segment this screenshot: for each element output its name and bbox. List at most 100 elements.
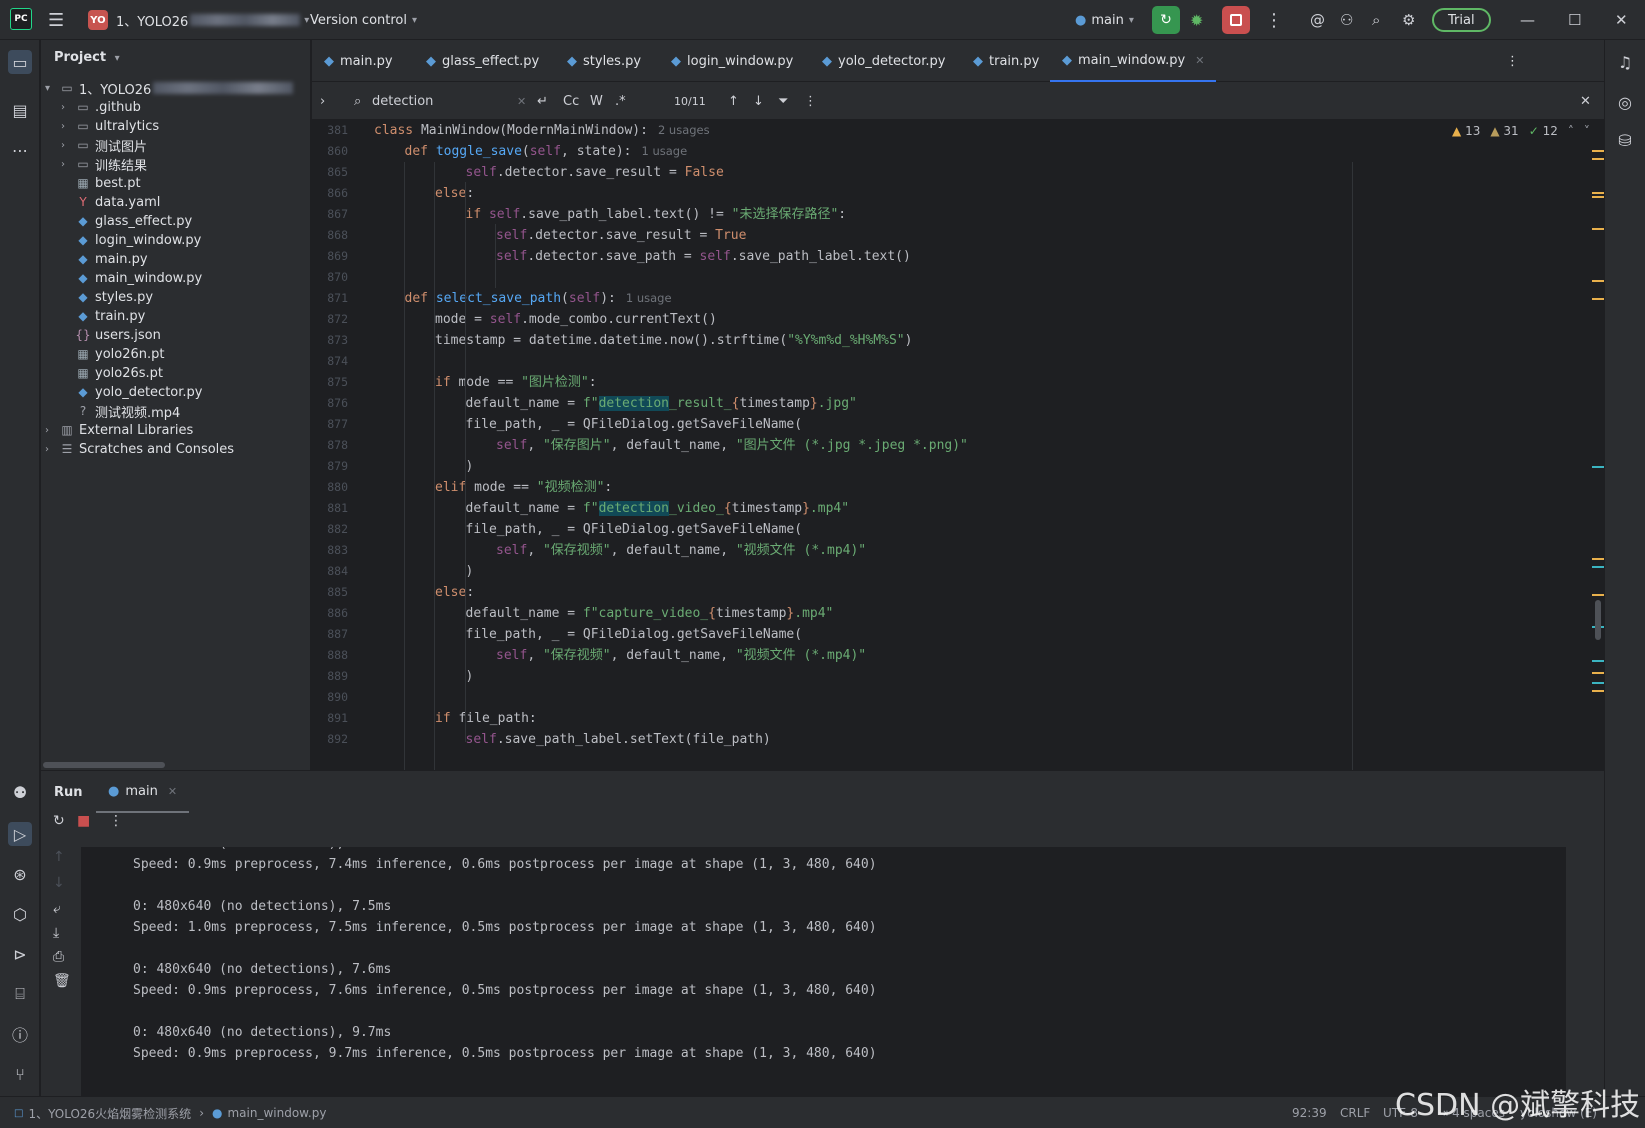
trash-icon[interactable]: 🗑 xyxy=(53,973,71,989)
tree-root[interactable]: ▾ ▭ 1、YOLO26 xyxy=(45,78,294,98)
caret-position[interactable]: 92:39 xyxy=(1292,1097,1327,1128)
git-icon[interactable]: ⑂ xyxy=(8,1062,32,1086)
code-line[interactable]: if self.save_path_label.text() != "未选择保存… xyxy=(466,204,847,225)
project-switcher[interactable]: 1、YOLO26 ▾ xyxy=(116,0,309,40)
database-icon[interactable]: ⛁ xyxy=(1613,128,1637,152)
trial-button[interactable]: Trial xyxy=(1432,8,1491,32)
tab-styles-py[interactable]: ◆ styles.py xyxy=(555,40,653,82)
more-icon[interactable]: ⋮ xyxy=(109,813,123,829)
scroll-up-icon[interactable]: ↑ xyxy=(53,849,65,865)
code-line[interactable]: else: xyxy=(435,183,474,204)
version-control-menu[interactable]: Version control ▾ xyxy=(310,0,417,40)
project-panel-title[interactable]: Project ▾ xyxy=(54,50,120,65)
code-line[interactable]: self, "保存图片", default_name, "图片文件 (*.jpg… xyxy=(496,435,968,456)
run-tab-main[interactable]: ● main ✕ xyxy=(96,771,190,813)
ai-chat-icon[interactable]: ◎ xyxy=(1613,90,1637,114)
tree-item[interactable]: Ydata.yaml xyxy=(75,192,160,212)
tree-item[interactable]: ◆ train.py xyxy=(75,306,145,326)
match-marker[interactable] xyxy=(1592,682,1604,684)
project-folder-icon[interactable]: ▭ xyxy=(8,50,32,74)
line-separator[interactable]: CRLF xyxy=(1340,1097,1370,1128)
tree-item[interactable]: {} users.json xyxy=(75,325,160,345)
notifications-icon[interactable]: ♫ xyxy=(1613,50,1637,74)
code-line[interactable]: ) xyxy=(466,456,474,477)
tree-item[interactable]: ◆ login_window.py xyxy=(75,230,201,250)
usage-hint[interactable]: 1 usage xyxy=(626,291,672,305)
structure-icon[interactable]: ▤ xyxy=(8,98,32,122)
breadcrumb-file[interactable]: main_window.py xyxy=(227,1106,326,1120)
project-badge[interactable]: YO xyxy=(88,10,108,30)
search-icon[interactable]: ⌕ xyxy=(1372,0,1380,40)
main-menu-icon[interactable]: ☰ xyxy=(48,0,64,40)
tabs-more-icon[interactable]: ⋮ xyxy=(1506,40,1519,82)
tree-external-libraries[interactable]: › ▥ External Libraries xyxy=(45,420,193,440)
tree-item[interactable]: ◆ glass_effect.py xyxy=(75,211,192,231)
warning-marker[interactable] xyxy=(1592,228,1604,230)
warning-marker[interactable] xyxy=(1592,594,1604,596)
code-line[interactable]: self.detector.save_path = self.save_path… xyxy=(496,246,911,267)
stop-button[interactable] xyxy=(1222,6,1250,34)
minimize-icon[interactable]: — xyxy=(1520,0,1535,40)
code-line[interactable]: if file_path: xyxy=(435,708,537,729)
tree-item[interactable]: ◆ main_window.py xyxy=(75,268,202,288)
usage-hint[interactable]: 1 usage xyxy=(642,144,688,158)
console-output[interactable]: 0: 480x640 (no detections), 7.4ms Speed: … xyxy=(81,847,1566,1097)
tree-item[interactable]: › ▭ .github xyxy=(61,97,141,117)
tab-glass-effect-py[interactable]: ◆ glass_effect.py xyxy=(414,40,551,82)
inspection-widget[interactable]: ▲ 13 ▲ 31 ✓ 12 ˄ ˅ xyxy=(1452,120,1590,142)
tree-item[interactable]: › ▭ ultralytics xyxy=(61,116,159,136)
tab-train-py[interactable]: ◆ train.py xyxy=(961,40,1051,82)
sticky-code-line[interactable]: class MainWindow(ModernMainWindow): 2 usa… xyxy=(374,120,710,141)
warning-marker[interactable] xyxy=(1592,558,1604,560)
tree-item[interactable]: ▦ yolo26n.pt xyxy=(75,344,164,364)
more-icon[interactable]: ⋮ xyxy=(1265,0,1283,40)
tab-main-py[interactable]: ◆ main.py xyxy=(312,40,405,82)
search-history-icon[interactable]: ⌕ xyxy=(354,82,361,120)
filter-icon[interactable]: ⏷ xyxy=(778,82,788,120)
code-line[interactable]: self.detector.save_result = True xyxy=(496,225,746,246)
tree-item[interactable]: ◆ main.py xyxy=(75,249,147,269)
code-line[interactable]: file_path, _ = QFileDialog.getSaveFileNa… xyxy=(466,414,803,435)
code-line[interactable]: timestamp = datetime.datetime.now().strf… xyxy=(435,330,912,351)
close-find-icon[interactable]: ✕ xyxy=(1580,82,1591,120)
code-line[interactable]: default_name = f"detection_video_{timest… xyxy=(466,498,849,519)
tab-yolo-detector-py[interactable]: ◆ yolo_detector.py xyxy=(810,40,958,82)
tree-item[interactable]: ▦ best.pt xyxy=(75,173,140,193)
warning-marker[interactable] xyxy=(1592,280,1604,282)
run-icon[interactable]: ▷ xyxy=(8,822,32,846)
tree-item[interactable]: ◆ yolo_detector.py xyxy=(75,382,202,402)
code-line[interactable]: else: xyxy=(435,582,474,603)
code-line[interactable]: file_path, _ = QFileDialog.getSaveFileNa… xyxy=(466,519,803,540)
code-line[interactable]: default_name = f"detection_result_{times… xyxy=(466,393,857,414)
match-marker[interactable] xyxy=(1592,566,1604,568)
code-line[interactable]: default_name = f"capture_video_{timestam… xyxy=(466,603,834,624)
match-marker[interactable] xyxy=(1592,660,1604,662)
warning-marker[interactable] xyxy=(1592,192,1604,194)
chevron-up-icon[interactable]: ˄ xyxy=(1568,124,1574,138)
tree-item[interactable]: ◆ styles.py xyxy=(75,287,153,307)
match-marker[interactable] xyxy=(1592,466,1604,468)
horizontal-scrollbar[interactable] xyxy=(43,762,165,768)
scroll-down-icon[interactable]: ↓ xyxy=(53,875,65,891)
tree-item[interactable]: › ▭ 测试图片 xyxy=(61,135,147,155)
chevron-down-icon[interactable]: ˅ xyxy=(1584,124,1590,138)
find-input[interactable]: detection xyxy=(372,82,433,120)
code-line[interactable]: self.detector.save_result = False xyxy=(466,162,724,183)
tab-main-window-py[interactable]: ◆ main_window.py ✕ xyxy=(1050,40,1217,82)
close-icon[interactable]: ✕ xyxy=(168,785,177,798)
previous-match-icon[interactable]: ↑ xyxy=(728,82,739,120)
warning-marker[interactable] xyxy=(1592,690,1604,692)
debug-run-icon[interactable]: ⊳ xyxy=(8,942,32,966)
tree-item[interactable]: › ▭ 训练结果 xyxy=(61,154,147,174)
code-editor[interactable]: 865 self.detector.save_result = False 866 e… xyxy=(312,120,1604,770)
new-line-icon[interactable]: ↵ xyxy=(537,82,548,120)
add-user-icon[interactable]: ⚇ xyxy=(1340,0,1353,40)
warning-marker[interactable] xyxy=(1592,150,1604,152)
ai-assistant-icon[interactable]: @ xyxy=(1310,0,1325,40)
tree-item[interactable]: ? 测试视频.mp4 xyxy=(75,401,181,421)
code-line[interactable]: self, "保存视频", default_name, "视频文件 (*.mp4… xyxy=(496,540,866,561)
debug-button[interactable]: ✹ xyxy=(1190,0,1203,40)
close-tab-icon[interactable]: ✕ xyxy=(1195,54,1204,67)
tree-scratches[interactable]: › ☰ Scratches and Consoles xyxy=(45,439,234,459)
more-tools-icon[interactable]: ⋯ xyxy=(8,138,32,162)
